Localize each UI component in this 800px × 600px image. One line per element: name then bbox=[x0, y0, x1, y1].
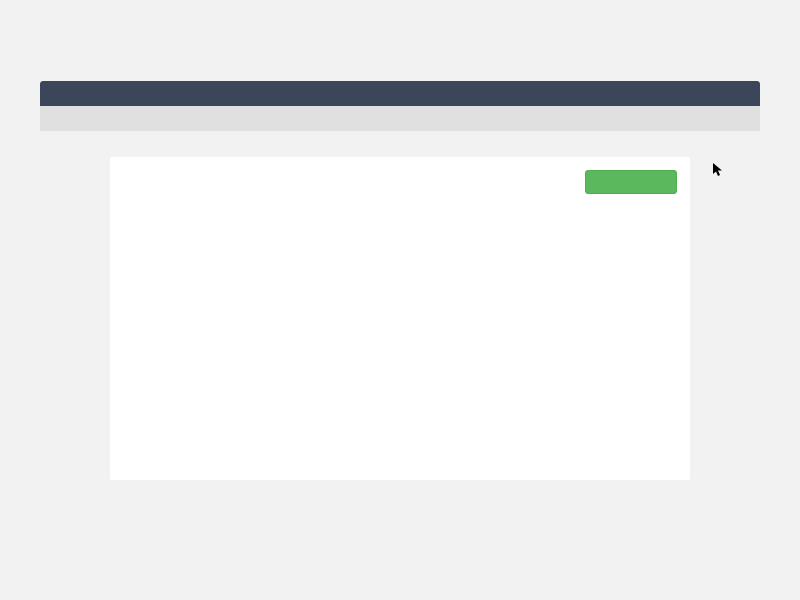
primary-action-button[interactable] bbox=[585, 170, 677, 194]
top-navbar[interactable] bbox=[40, 81, 760, 106]
content-panel bbox=[110, 157, 690, 480]
mouse-cursor bbox=[713, 163, 723, 177]
sub-navbar[interactable] bbox=[40, 106, 760, 131]
